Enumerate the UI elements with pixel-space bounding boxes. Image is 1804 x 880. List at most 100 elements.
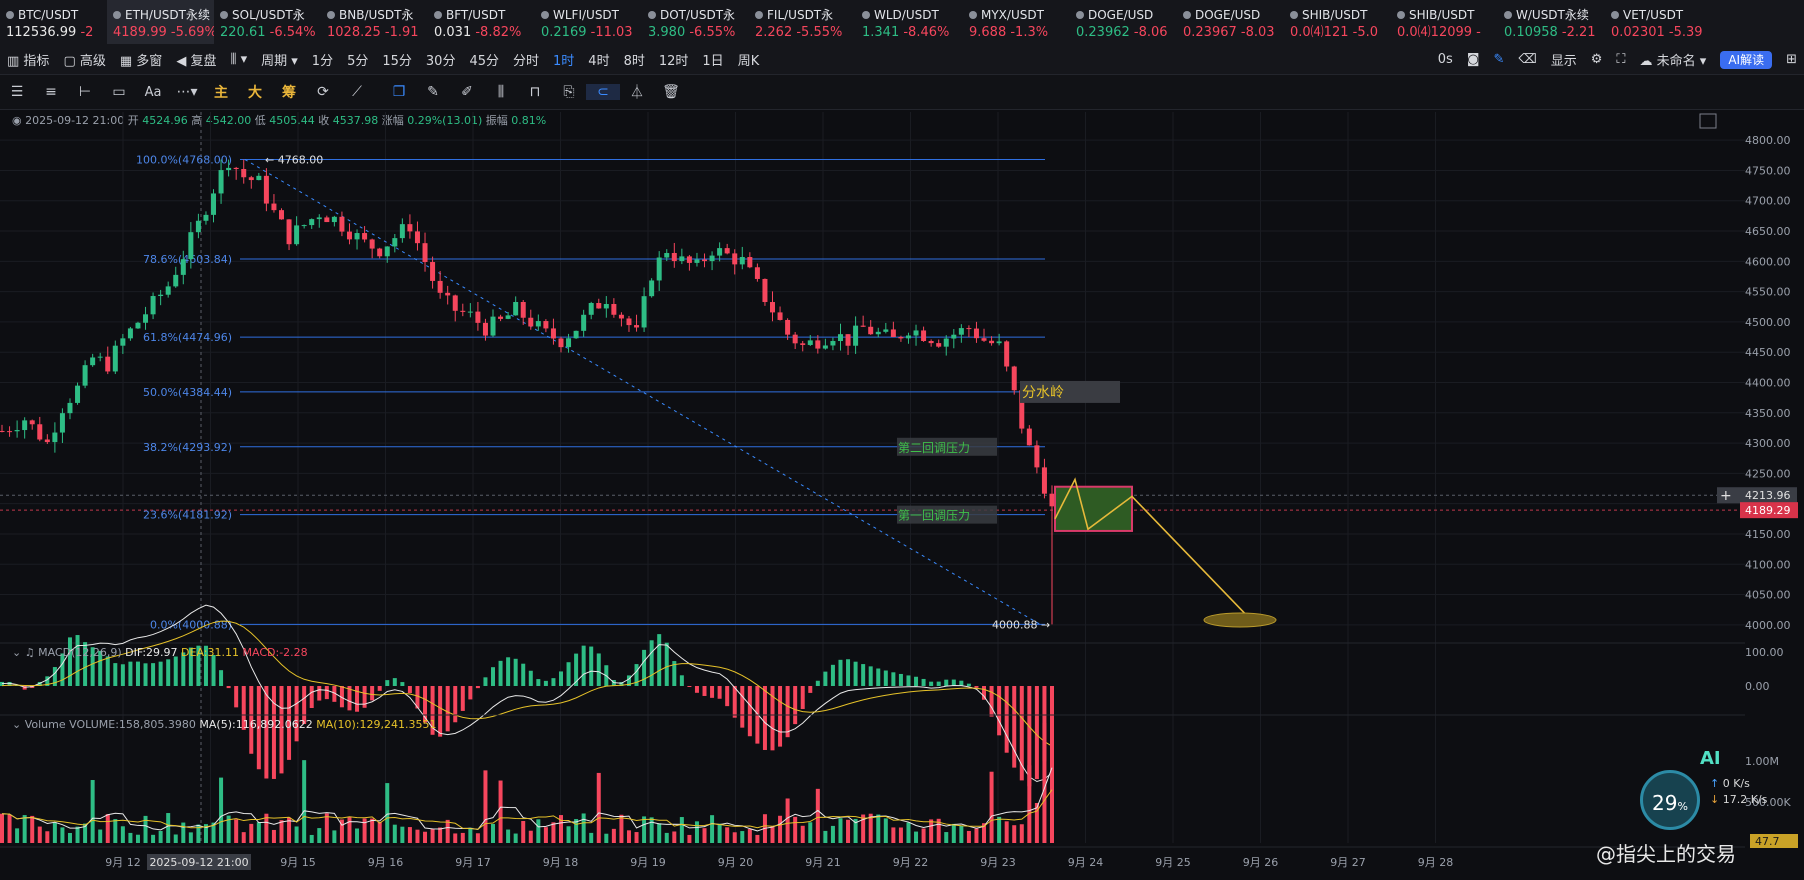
volume-bar xyxy=(815,788,820,843)
period-option[interactable]: 分时 xyxy=(506,50,546,69)
candle-compare-icon[interactable]: ⫼ xyxy=(484,84,518,100)
rectangle-icon[interactable]: ▭ xyxy=(102,84,136,100)
pen-icon[interactable]: ✎ xyxy=(1486,52,1511,67)
big-order-tool[interactable]: 大 xyxy=(238,82,272,102)
template-dropdown[interactable]: ☁ 未命名 ▾ xyxy=(1633,50,1714,69)
candle-body xyxy=(241,169,247,178)
filter-icon[interactable]: ⏃ xyxy=(620,82,654,102)
x-tick-label: 9月 25 xyxy=(1155,856,1191,869)
ticker-tab[interactable]: BNB/USDT永 1028.25 -1.91 xyxy=(321,0,428,44)
chart-note-icon[interactable]: ⟳ xyxy=(306,84,340,100)
period-option[interactable]: 1时 xyxy=(546,50,581,69)
macd-bar xyxy=(770,686,775,751)
ticker-symbol: SOL/USDT永 xyxy=(232,8,305,22)
period-option[interactable]: 15分 xyxy=(375,50,419,69)
ticker-tab[interactable]: SHIB/USDT 0.0⑷121 -5.0 xyxy=(1284,0,1391,44)
ticker-tab[interactable]: W/USDT永续 0.10958 -2.21 xyxy=(1498,0,1605,44)
main-force-tool[interactable]: 主 xyxy=(204,82,238,102)
price-chart[interactable]: 100.0%(4768.00) 78.6%(4603.84) 61.8%(4474.… xyxy=(0,0,1804,880)
ticker-tab[interactable]: VET/USDT 0.02301 -5.39 xyxy=(1605,0,1712,44)
candle-body xyxy=(346,231,352,240)
network-speed-gauge[interactable]: 29% xyxy=(1640,770,1700,830)
eye-icon[interactable]: ◉ xyxy=(12,114,25,127)
macd-bar xyxy=(536,679,541,686)
camera-icon[interactable]: ◙ xyxy=(1460,52,1487,67)
ticker-price: 9.688 xyxy=(969,25,1007,40)
fullscreen-icon[interactable]: ⛶ xyxy=(1609,52,1632,67)
multi-window-button[interactable]: ▦ 多窗 xyxy=(113,50,169,69)
candle-body xyxy=(1004,341,1010,367)
ai-interpret-button[interactable]: AI解读 xyxy=(1713,50,1779,69)
pencil-icon[interactable]: ✎ xyxy=(416,84,450,100)
advanced-button[interactable]: ▢ 高级 xyxy=(56,50,112,69)
menu-icon[interactable]: ☰ xyxy=(0,84,34,100)
display-button[interactable]: 显示 xyxy=(1544,50,1584,69)
edit-box-icon[interactable]: ⎘ xyxy=(552,84,586,100)
period-option[interactable]: 4时 xyxy=(581,50,616,69)
fib-label: 0.0%(4000.88) xyxy=(150,618,232,631)
ticker-tab[interactable]: DOGE/USD 0.23962 -8.06 xyxy=(1070,0,1177,44)
more-tools-icon[interactable]: ⋯▾ xyxy=(170,84,204,100)
more-grid-icon[interactable]: ⊞ xyxy=(1779,52,1804,67)
ticker-tab[interactable]: SOL/USDT永 220.61 -6.54% xyxy=(214,0,321,44)
volume-bar xyxy=(762,814,767,843)
volume-bar xyxy=(785,798,790,843)
parallel-lines-icon[interactable]: ≡ xyxy=(34,84,68,100)
candle-body xyxy=(800,343,806,345)
candle-body xyxy=(467,311,473,313)
magnet-icon[interactable]: ⊂ xyxy=(586,84,620,100)
macd-bar xyxy=(423,686,428,723)
ai-badge[interactable]: AI xyxy=(1700,748,1721,769)
ticker-tab[interactable]: ETH/USDT永续 4189.99 -5.69% xyxy=(107,0,214,44)
period-option[interactable]: 1分 xyxy=(305,50,340,69)
ticker-change: -5.39 xyxy=(1668,25,1703,40)
volume-bar xyxy=(219,777,224,843)
bell-icon[interactable]: ♫ xyxy=(25,646,35,659)
trash-icon[interactable]: ⌫ xyxy=(1511,52,1543,67)
crosshair-time: 2025-09-12 21:00 xyxy=(149,856,248,869)
ticker-tab[interactable]: BTC/USDT 112536.99 -2 xyxy=(0,0,107,44)
brush-icon[interactable]: ✐ xyxy=(450,84,484,100)
ticker-name: WLD/USDT xyxy=(862,6,963,24)
ticker-tab[interactable]: WLFI/USDT 0.2169 -11.03 xyxy=(535,0,642,44)
ticker-tab[interactable]: WLD/USDT 1.341 -8.46% xyxy=(856,0,963,44)
indicator-button[interactable]: ▥ 指标 xyxy=(0,50,56,69)
chart-type-dropdown[interactable]: ⫼ ▾ xyxy=(223,52,254,67)
ticker-tab[interactable]: BFT/USDT 0.031 -8.82% xyxy=(428,0,535,44)
expand-icon xyxy=(1699,113,1717,129)
period-option[interactable]: 45分 xyxy=(462,50,506,69)
copy-icon[interactable]: ❐ xyxy=(382,84,416,100)
macd-bar xyxy=(135,661,140,686)
ticker-tab[interactable]: SHIB/USDT 0.0⑷12099 - xyxy=(1391,0,1498,44)
settings-gear-icon[interactable]: ⚙ xyxy=(1584,52,1610,67)
candle-body xyxy=(384,246,390,257)
ticker-tab[interactable]: MYX/USDT 9.688 -1.3% xyxy=(963,0,1070,44)
period-option[interactable]: 5分 xyxy=(340,50,375,69)
period-option[interactable]: 1日 xyxy=(695,50,730,69)
ticker-tab[interactable]: DOT/USDT永 3.980 -6.55% xyxy=(642,0,749,44)
ruler-icon[interactable]: ⟋ xyxy=(340,84,374,100)
macd-bar xyxy=(966,683,971,686)
period-option[interactable]: 12时 xyxy=(652,50,696,69)
x-tick-label: 9月 21 xyxy=(805,856,841,869)
ticker-symbol: FIL/USDT永 xyxy=(767,8,834,22)
candle-body xyxy=(830,341,836,346)
lock-icon[interactable]: ⊓ xyxy=(518,84,552,100)
volume-ma10-line xyxy=(1,789,1053,830)
ticker-tab[interactable]: DOGE/USD 0.23967 -8.03 xyxy=(1177,0,1284,44)
period-dropdown[interactable]: 周期 ▾ xyxy=(254,50,305,69)
period-option[interactable]: 8时 xyxy=(617,50,652,69)
text-tool-icon[interactable]: Aa xyxy=(136,85,170,100)
replay-button[interactable]: ◀ 复盘 xyxy=(169,50,223,69)
candle-body xyxy=(679,256,685,262)
collapse-icon[interactable]: ⌄ xyxy=(12,718,25,731)
coin-icon xyxy=(541,11,549,19)
delete-icon[interactable]: 🗑 xyxy=(654,84,688,100)
period-option[interactable]: 周K xyxy=(731,50,767,69)
horizontal-line-icon[interactable]: ⊢ xyxy=(68,84,102,100)
candle-body xyxy=(150,296,156,315)
chips-tool[interactable]: 筹 xyxy=(272,82,306,102)
ticker-tab[interactable]: FIL/USDT永 2.262 -5.55% xyxy=(749,0,856,44)
period-option[interactable]: 30分 xyxy=(419,50,463,69)
collapse-icon[interactable]: ⌄ xyxy=(12,646,25,659)
